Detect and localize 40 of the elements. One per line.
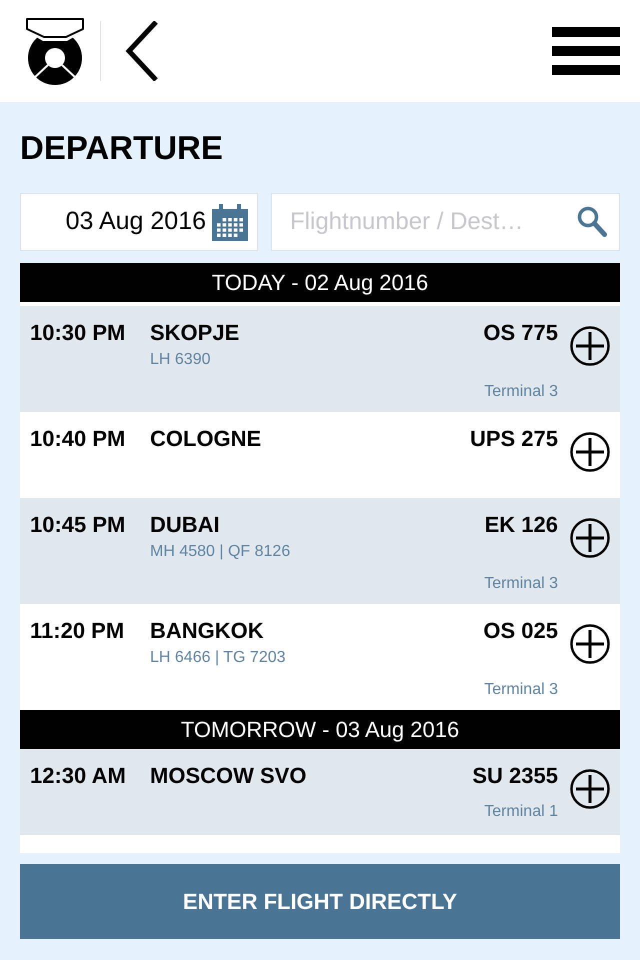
destination-name: COLOGNE <box>150 425 262 453</box>
departure-time: 11:20 PM <box>30 617 126 645</box>
search-field[interactable]: Flightnumber / Dest… <box>271 193 620 251</box>
codeshare-numbers: MH 4580 | QF 8126 <box>150 542 290 562</box>
plus-circle-icon[interactable] <box>570 326 610 366</box>
departure-time: 10:30 PM <box>30 319 126 347</box>
flight-number: EK 126 <box>484 511 558 539</box>
codeshare-numbers: LH 6466 | TG 7203 <box>150 648 286 668</box>
plus-circle-icon[interactable] <box>570 624 610 664</box>
terminal-label: Terminal 3 <box>484 680 558 700</box>
departure-time: 10:40 PM <box>30 425 126 453</box>
flight-number: OS 025 <box>483 617 558 645</box>
enter-flight-button[interactable]: ENTER FLIGHT DIRECTLY <box>20 864 620 939</box>
plus-circle-icon[interactable] <box>570 769 610 809</box>
destination-name: DUBAI <box>150 511 221 539</box>
back-icon[interactable] <box>125 21 159 81</box>
plus-circle-icon[interactable] <box>570 432 610 472</box>
departure-time: 10:45 PM <box>30 511 126 539</box>
day-header: TODAY - 02 Aug 2016 <box>20 263 620 302</box>
codeshare-numbers: LH 6390 <box>150 350 210 370</box>
flight-number: OS 775 <box>483 319 558 347</box>
terminal-label: Terminal 3 <box>484 382 558 402</box>
flight-row[interactable]: 10:30 PM SKOPJE OS 775 LH 6390 Terminal 3 <box>20 306 620 412</box>
terminal-label: Terminal 3 <box>484 574 558 594</box>
day-header: TOMORROW - 03 Aug 2016 <box>20 710 620 749</box>
flight-row[interactable]: 10:45 PM DUBAI EK 126 MH 4580 | QF 8126 Terminal 3 <box>20 498 620 604</box>
flight-number: SU 2355 <box>472 762 558 790</box>
flight-row[interactable]: 12:30 AM MOSCOW SVO SU 2355 Terminal 1 <box>20 749 620 835</box>
page-title: DEPARTURE <box>20 130 224 166</box>
plus-circle-icon[interactable] <box>570 518 610 558</box>
destination-name: SKOPJE <box>150 319 240 347</box>
destination-name: MOSCOW SVO <box>150 762 308 790</box>
departure-time: 12:30 AM <box>30 762 127 790</box>
date-field[interactable]: 03 Aug 2016 <box>20 193 258 251</box>
destination-name: BANGKOK <box>150 617 265 645</box>
search-icon[interactable] <box>577 206 607 237</box>
flight-number: UPS 275 <box>470 425 558 453</box>
menu-icon[interactable] <box>552 27 620 75</box>
terminal-label: Terminal 1 <box>484 802 558 822</box>
calendar-icon <box>212 204 248 240</box>
